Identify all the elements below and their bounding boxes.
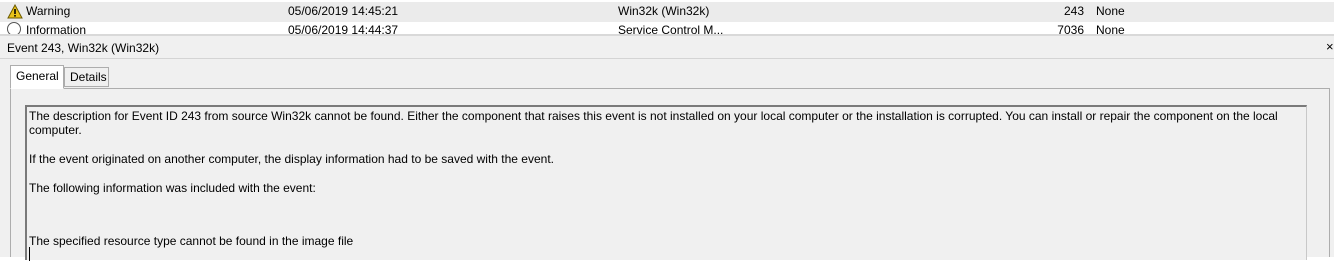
- event-task-category: None: [1096, 23, 1125, 34]
- tab-general[interactable]: General: [10, 65, 64, 89]
- event-row-selected[interactable]: Warning 05/06/2019 14:45:21 Win32k (Win3…: [0, 2, 1334, 22]
- event-task-category: None: [1096, 4, 1125, 18]
- tab-details[interactable]: Details: [64, 67, 109, 87]
- event-source: Service Control M...: [618, 23, 724, 34]
- event-date-time: 05/06/2019 14:45:21: [288, 4, 399, 18]
- info-icon: [7, 22, 21, 34]
- event-id: 7036: [1057, 23, 1084, 34]
- event-level: Warning: [26, 4, 71, 18]
- detail-title: Event 243, Win32k (Win32k): [7, 41, 160, 55]
- event-level: Information: [26, 23, 87, 34]
- event-date-time: 05/06/2019 14:44:37: [288, 23, 399, 34]
- detail-header: Event 243, Win32k (Win32k) ×: [0, 36, 1334, 59]
- warning-icon: [7, 4, 23, 19]
- event-detail-pane: Event 243, Win32k (Win32k) × General Det…: [0, 36, 1334, 261]
- description-paragraph: If the event originated on another compu…: [29, 152, 554, 166]
- event-id: 243: [1063, 4, 1084, 18]
- general-tab-page: The description for Event ID 243 from so…: [10, 88, 1330, 261]
- description-paragraph: The description for Event ID 243 from so…: [29, 109, 1278, 137]
- description-paragraph: The specified resource type cannot be fo…: [29, 234, 354, 248]
- text-caret: [29, 247, 30, 261]
- close-icon[interactable]: ×: [1326, 39, 1334, 54]
- event-description-box[interactable]: The description for Event ID 243 from so…: [25, 105, 1307, 261]
- description-paragraph: The following information was included w…: [29, 181, 316, 195]
- event-source: Win32k (Win32k): [618, 4, 710, 18]
- event-list: Warning 05/06/2019 14:45:21 Win32k (Win3…: [0, 0, 1334, 34]
- event-row[interactable]: Information 05/06/2019 14:44:37 Service …: [0, 21, 1334, 34]
